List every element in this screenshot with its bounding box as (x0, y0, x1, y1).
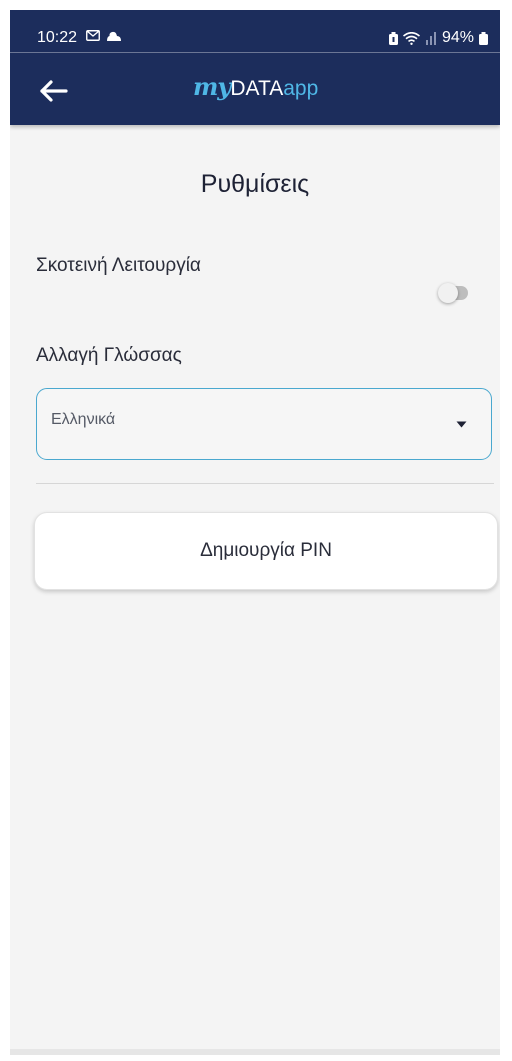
logo-data: DATA (230, 77, 284, 100)
signal-icon (425, 31, 436, 45)
dark-mode-toggle[interactable] (438, 283, 468, 303)
mail-icon (86, 30, 100, 41)
dark-mode-label: Σκοτεινή Λειτουργία (36, 255, 201, 276)
page-title: Ρυθμίσεις (200, 170, 310, 198)
back-button[interactable] (34, 74, 74, 108)
status-bar: 10:22 94% (10, 10, 500, 50)
status-icons: 94% (388, 29, 488, 47)
battery-saver-icon (388, 31, 398, 45)
battery-percent: 94% (441, 29, 474, 46)
caret-down-icon (456, 421, 467, 428)
app-bar: 10:22 94% my DATA app (10, 10, 500, 125)
phone-screen: 10:22 94% my DATA app Ρυθμίσεις Σκοτεινή… (10, 10, 500, 1055)
status-divider (10, 52, 500, 53)
status-time: 10:22 (37, 29, 78, 46)
language-label: Αλλαγή Γλώσσας (36, 345, 182, 366)
battery-icon (479, 31, 488, 45)
create-pin-label: Δημιουργία PIN (200, 540, 332, 561)
wifi-icon (402, 31, 420, 45)
logo-my: my (193, 72, 231, 101)
logo-app: app (283, 77, 319, 100)
section-divider (36, 483, 494, 484)
bottom-navigation-strip (10, 1049, 500, 1055)
language-select[interactable]: Ελληνικά (36, 388, 492, 460)
create-pin-button[interactable]: Δημιουργία PIN (34, 512, 498, 590)
language-selected-value: Ελληνικά (51, 411, 116, 428)
app-logo: my DATA app (193, 72, 318, 108)
arrow-left-icon (40, 80, 68, 102)
cloud-icon (107, 31, 121, 41)
toggle-thumb (438, 283, 458, 303)
